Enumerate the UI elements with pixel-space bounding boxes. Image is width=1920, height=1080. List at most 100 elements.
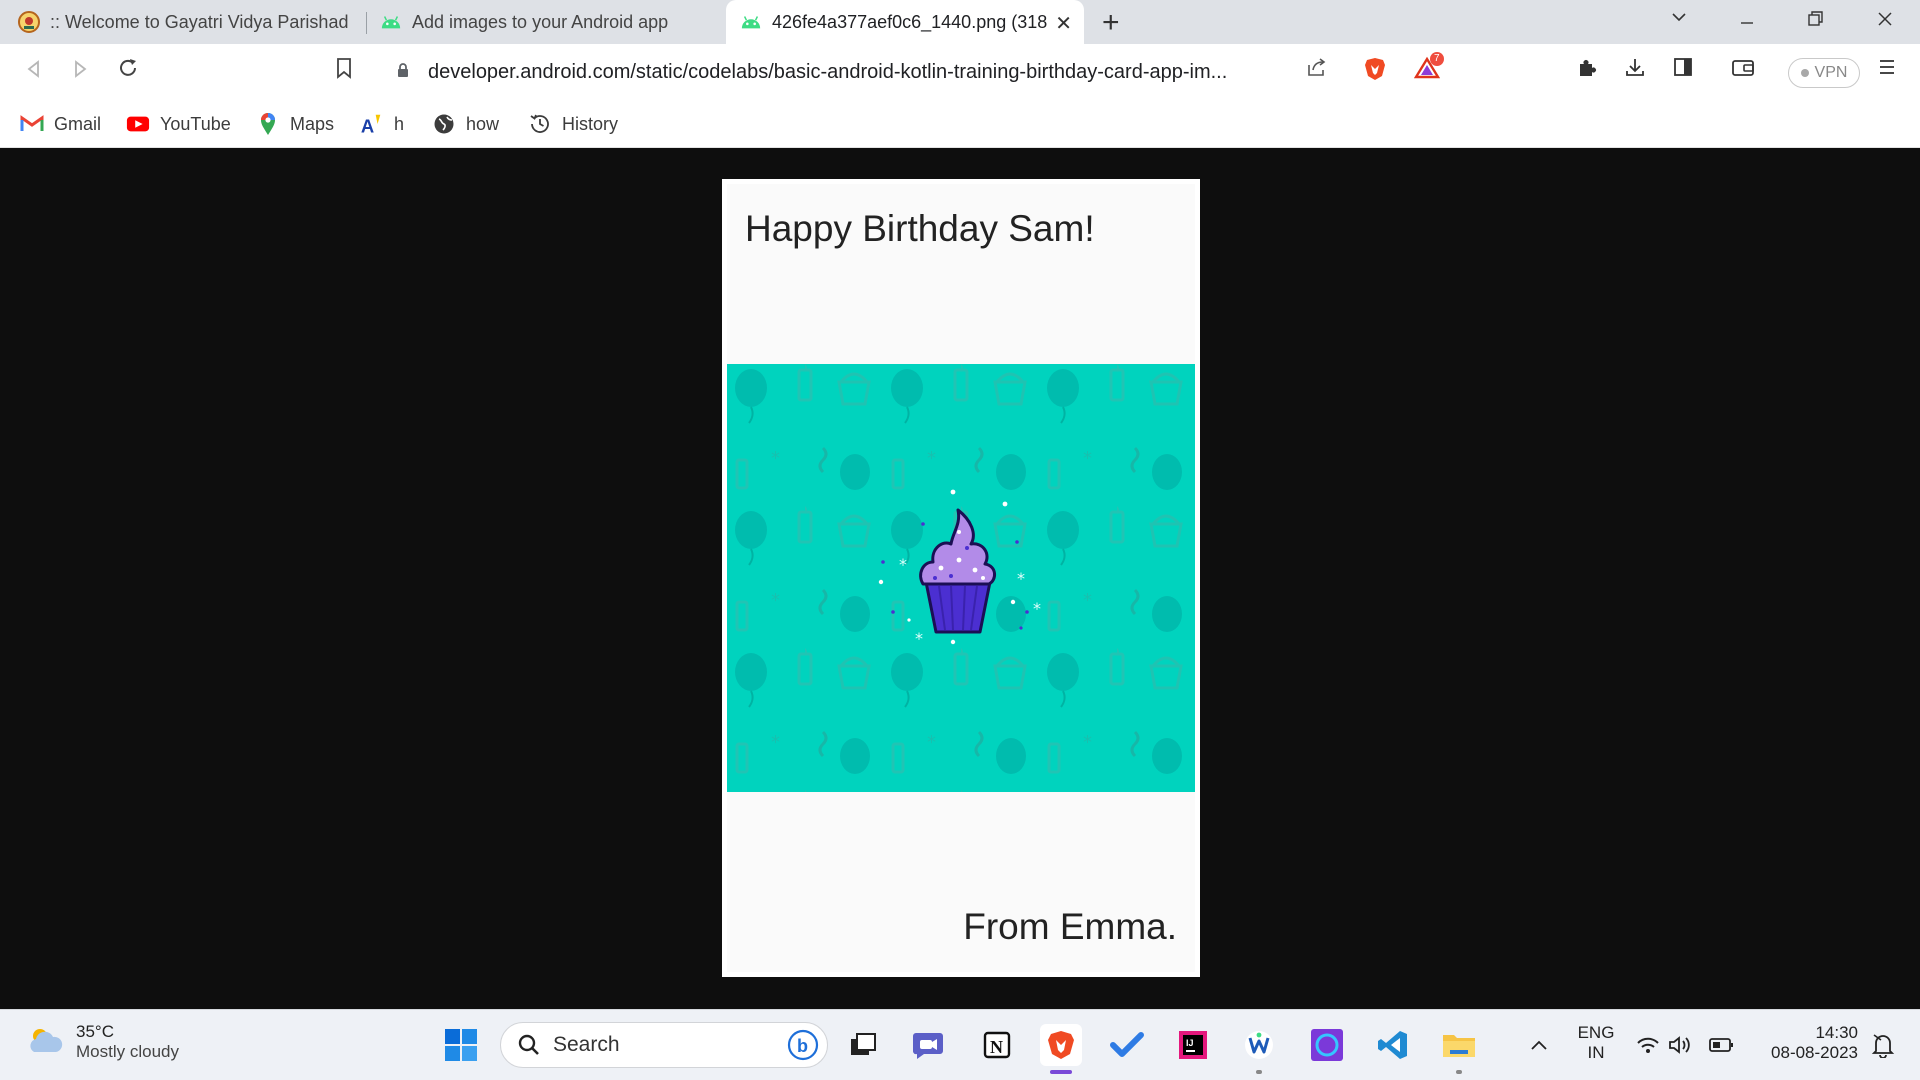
bookmark-gmail[interactable]: Gmail — [20, 110, 101, 138]
sidebar-icon[interactable] — [1668, 56, 1698, 86]
browser-toolbar: developer.android.com/static/codelabs/ba… — [0, 44, 1920, 100]
clock-time: 14:30 — [1815, 1023, 1858, 1042]
image-viewer: Happy Birthday Sam! * * * * From Emma. — [0, 149, 1920, 1009]
clock[interactable]: 14:30 08-08-2023 — [1756, 1023, 1858, 1063]
file-explorer-icon[interactable] — [1438, 1024, 1480, 1074]
card-artwork: * * * * — [727, 364, 1195, 792]
gmail-icon — [20, 112, 44, 136]
translate-icon: A — [360, 112, 384, 136]
svg-text:N: N — [990, 1037, 1003, 1057]
vpn-button[interactable]: VPN — [1788, 58, 1860, 88]
tab-gayatri-vidya-parishad[interactable]: :: Welcome to Gayatri Vidya Parishad C — [4, 0, 366, 44]
teams-chat-icon[interactable] — [908, 1024, 950, 1066]
svg-text:*: * — [1017, 569, 1025, 588]
cloud-icon — [26, 1025, 64, 1060]
card-signature: From Emma. — [963, 906, 1177, 947]
vpn-label: VPN — [1814, 64, 1848, 81]
birthday-card: Happy Birthday Sam! * * * * From Emma. — [727, 184, 1195, 972]
bookmark-label: how — [466, 113, 500, 134]
intellij-idea-icon[interactable]: IJ — [1172, 1024, 1214, 1066]
weather-temp: 35°C — [76, 1022, 114, 1041]
open-app-indicator — [1456, 1070, 1462, 1074]
bookmark-maps[interactable]: Maps — [256, 110, 334, 138]
gvp-logo-icon — [18, 11, 40, 33]
rewards-badge: 7 — [1430, 52, 1444, 66]
tab-label: :: Welcome to Gayatri Vidya Parishad C — [50, 11, 352, 32]
bookmark-h[interactable]: A h — [360, 110, 404, 138]
android-icon — [740, 11, 762, 33]
extensions-icon[interactable] — [1572, 56, 1602, 86]
todo-icon[interactable] — [1106, 1024, 1148, 1066]
bookmark-icon[interactable] — [328, 56, 360, 88]
word-doc-app-icon[interactable] — [1238, 1024, 1280, 1074]
brave-rewards-icon[interactable]: 7 — [1412, 52, 1444, 86]
svg-text:IJ: IJ — [1186, 1038, 1194, 1048]
bookmark-label: Maps — [290, 113, 335, 134]
search-icon — [517, 1033, 541, 1057]
tab-strip: :: Welcome to Gayatri Vidya Parishad C A… — [0, 0, 1920, 44]
search-label: Search — [553, 1033, 620, 1056]
show-hidden-icons-chevron-icon[interactable] — [1518, 1024, 1560, 1066]
tab-close-icon[interactable]: ✕ — [1055, 11, 1072, 36]
system-tray-status[interactable] — [1632, 1024, 1756, 1066]
address-bar[interactable]: developer.android.com/static/codelabs/ba… — [370, 50, 1454, 94]
bookmarks-bar: Gmail YouTube Maps A h how History — [0, 100, 1920, 148]
reload-button[interactable] — [112, 56, 144, 88]
weather-widget[interactable]: 35°C Mostly cloudy — [26, 1022, 179, 1062]
cortana-icon[interactable] — [1306, 1024, 1348, 1066]
region-code: IN — [1587, 1043, 1605, 1062]
maps-icon — [256, 112, 280, 136]
lock-icon[interactable] — [396, 62, 416, 82]
bookmark-label: YouTube — [160, 113, 231, 134]
start-button[interactable] — [440, 1024, 482, 1066]
brave-shields-icon[interactable] — [1360, 56, 1390, 86]
party-pattern-illustration: * * * * — [727, 364, 1195, 792]
language-code: ENG — [1577, 1023, 1615, 1042]
tab-label: Add images to your Android app — [412, 11, 669, 32]
tab-search-chevron-icon[interactable] — [1664, 6, 1694, 32]
active-app-indicator — [1050, 1070, 1072, 1074]
url-text[interactable]: developer.android.com/static/codelabs/ba… — [428, 61, 1288, 84]
svg-text:*: * — [899, 555, 907, 574]
new-tab-button[interactable]: + — [1102, 6, 1120, 40]
weather-condition: Mostly cloudy — [76, 1042, 179, 1061]
bookmark-label: Gmail — [54, 113, 102, 134]
tab-label: 426fe4a377aef0c6_1440.png (318 — [772, 11, 1048, 32]
vscode-icon[interactable] — [1372, 1024, 1414, 1066]
bing-icon[interactable]: b — [787, 1029, 819, 1061]
bookmark-label: History — [562, 113, 619, 134]
bookmark-label: h — [394, 113, 405, 134]
taskbar-search[interactable]: Search b — [500, 1022, 828, 1068]
language-indicator[interactable]: ENG IN — [1568, 1023, 1624, 1063]
notion-icon[interactable]: N — [976, 1024, 1018, 1066]
minimize-button[interactable] — [1732, 8, 1762, 34]
windows-taskbar: 35°C Mostly cloudy Search b N IJ ENG IN … — [0, 1009, 1920, 1080]
back-button[interactable] — [18, 56, 50, 88]
task-view-icon[interactable] — [842, 1024, 884, 1066]
vpn-status-dot — [1800, 69, 1809, 77]
wallet-icon[interactable] — [1728, 56, 1758, 86]
svg-text:*: * — [915, 629, 923, 648]
open-app-indicator — [1256, 1070, 1262, 1074]
brave-browser-taskbar-icon[interactable] — [1040, 1024, 1082, 1074]
svg-text:A: A — [361, 115, 374, 136]
download-icon[interactable] — [1620, 56, 1650, 86]
restore-button[interactable] — [1800, 8, 1830, 34]
tab-image-png[interactable]: 426fe4a377aef0c6_1440.png (318 ✕ — [726, 0, 1084, 44]
clock-date: 08-08-2023 — [1771, 1043, 1858, 1062]
bookmark-youtube[interactable]: YouTube — [126, 110, 231, 138]
notification-bell-icon[interactable] — [1862, 1024, 1904, 1066]
svg-text:b: b — [797, 1036, 808, 1056]
share-icon[interactable] — [1302, 56, 1332, 86]
bookmark-history[interactable]: History — [528, 110, 618, 138]
birthday-card-image[interactable]: Happy Birthday Sam! * * * * From Emma. — [722, 179, 1200, 977]
bookmark-how[interactable]: how — [432, 110, 499, 138]
history-icon — [528, 112, 552, 136]
forward-button[interactable] — [64, 56, 96, 88]
svg-text:*: * — [1033, 599, 1041, 618]
android-icon — [380, 11, 402, 33]
menu-icon[interactable] — [1872, 56, 1902, 86]
close-window-button[interactable] — [1870, 8, 1900, 34]
tab-add-images[interactable]: Add images to your Android app — [366, 0, 724, 44]
youtube-icon — [126, 112, 150, 136]
